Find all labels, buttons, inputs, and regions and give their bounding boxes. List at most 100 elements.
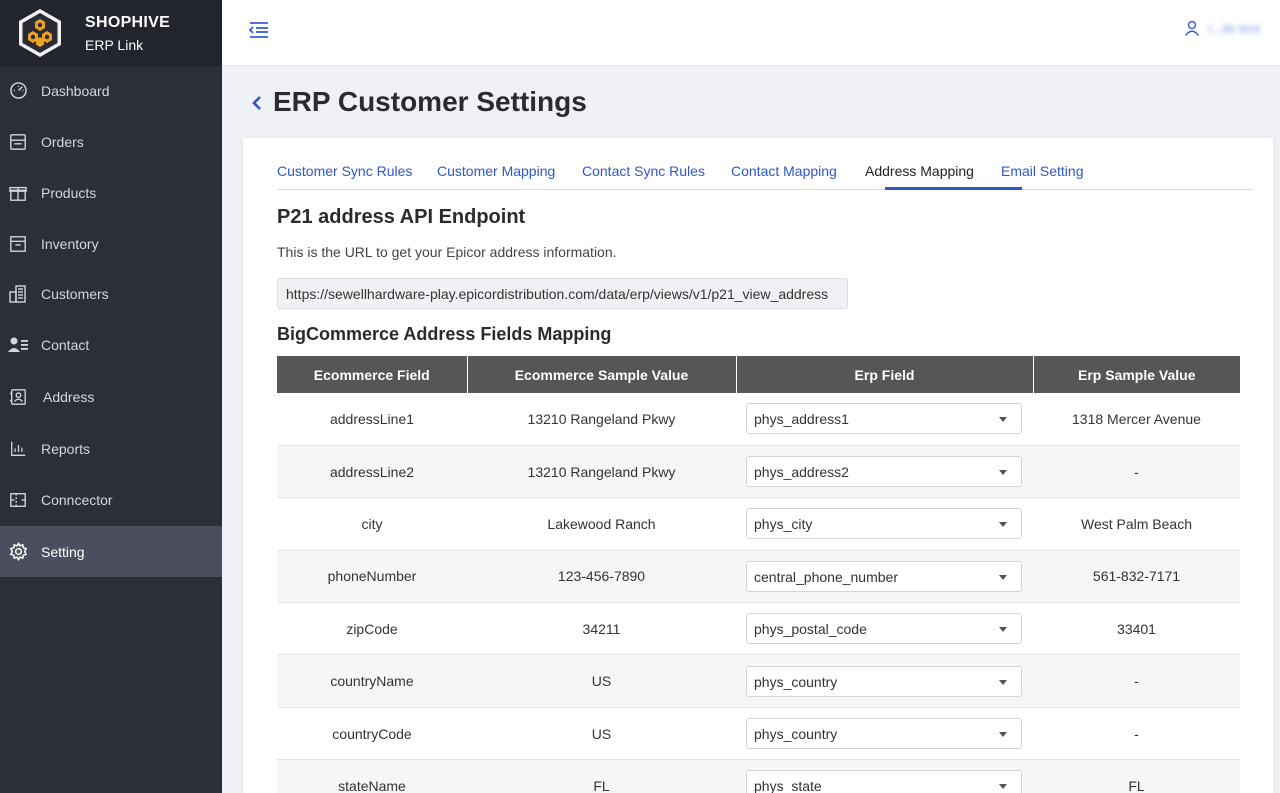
erp-field-value: phys_postal_code — [754, 621, 867, 638]
column-header: Erp Field — [736, 356, 1034, 393]
back-icon[interactable] — [250, 93, 264, 113]
caret-down-icon — [999, 679, 1007, 685]
ecommerce-field: addressLine2 — [277, 445, 467, 499]
endpoint-title: P21 address API Endpoint — [277, 206, 526, 228]
reports-icon — [8, 439, 28, 459]
sidebar-item-label: Address — [43, 388, 95, 405]
ecommerce-field: phoneNumber — [277, 550, 467, 604]
sidebar-item-label: Orders — [41, 133, 84, 150]
erp-field-value: phys_address2 — [754, 464, 849, 481]
sidebar-item-orders[interactable]: Orders — [0, 116, 222, 167]
ecommerce-field: countryName — [277, 654, 467, 708]
sidebar-item-inventory[interactable]: Inventory — [0, 218, 222, 269]
caret-down-icon — [999, 732, 1007, 738]
column-header: Ecommerce Field — [277, 356, 468, 393]
ecommerce-sample-value: US — [467, 654, 736, 708]
sidebar-item-reports[interactable]: Reports — [0, 423, 222, 474]
table-header-row: Ecommerce Field Ecommerce Sample Value E… — [277, 356, 1240, 393]
address-icon — [8, 387, 28, 407]
page-title: ERP Customer Settings — [273, 86, 587, 117]
sidebar-item-setting[interactable]: Setting — [0, 526, 222, 577]
table-row: countryCode US phys_country - — [277, 707, 1240, 761]
tab-email-setting[interactable]: Email Setting — [1001, 163, 1083, 179]
user-name: r...ile test — [1207, 20, 1260, 36]
sidebar-item-products[interactable]: Products — [0, 167, 222, 218]
erp-field-value: phys_country — [754, 726, 838, 743]
sidebar-item-label: Products — [41, 184, 97, 201]
erp-sample-value: West Palm Beach — [1033, 497, 1240, 551]
sidebar-item-label: Conncector — [41, 491, 113, 508]
sidebar-item-label: Customers — [41, 285, 109, 302]
table-row: zipCode 34211 phys_postal_code 33401 — [277, 602, 1240, 656]
tab-customer-mapping[interactable]: Customer Mapping — [437, 163, 555, 179]
tab-contact-sync-rules[interactable]: Contact Sync Rules — [582, 163, 705, 179]
settings-card: Customer Sync Rules Customer Mapping Con… — [243, 138, 1273, 793]
sidebar-item-label: Reports — [41, 440, 91, 457]
table-row: addressLine2 13210 Rangeland Pkwy phys_a… — [277, 445, 1240, 499]
erp-sample-value: - — [1033, 654, 1240, 708]
brand[interactable]: SHOPHIVE ERP Link — [0, 0, 222, 66]
ecommerce-field: city — [277, 497, 467, 551]
connector-icon — [8, 490, 28, 510]
ecommerce-sample-value: 34211 — [467, 602, 736, 656]
table-row: stateName FL phys_state FL — [277, 759, 1240, 793]
ecommerce-sample-value: 13210 Rangeland Pkwy — [467, 393, 736, 446]
endpoint-description: This is the URL to get your Epicor addre… — [277, 244, 617, 260]
user-menu[interactable]: r...ile test — [1184, 20, 1260, 36]
caret-down-icon — [999, 784, 1007, 790]
erp-field-select[interactable]: phys_country — [746, 665, 1022, 697]
ecommerce-field: stateName — [277, 759, 467, 793]
sidebar-item-address[interactable]: Address — [0, 371, 222, 422]
sidebar-item-connector[interactable]: Conncector — [0, 474, 222, 525]
column-header: Ecommerce Sample Value — [467, 356, 737, 393]
orders-icon — [8, 132, 28, 152]
erp-sample-value: 561-832-7171 — [1033, 550, 1240, 604]
caret-down-icon — [999, 417, 1007, 423]
tab-bar: Customer Sync Rules Customer Mapping Con… — [277, 158, 1253, 190]
sidebar: SHOPHIVE ERP Link Dashboard Orders Produ… — [0, 0, 222, 793]
erp-sample-value: 33401 — [1033, 602, 1240, 656]
sidebar-item-label: Inventory — [41, 235, 99, 252]
brand-subtitle: ERP Link — [85, 36, 144, 53]
active-tab-indicator — [885, 187, 1022, 190]
sidebar-item-label: Contact — [41, 336, 90, 353]
ecommerce-sample-value: 13210 Rangeland Pkwy — [467, 445, 736, 499]
tab-address-mapping[interactable]: Address Mapping — [865, 163, 974, 179]
inventory-icon — [8, 234, 28, 254]
ecommerce-sample-value: Lakewood Ranch — [467, 497, 736, 551]
erp-field-value: phys_country — [754, 673, 838, 690]
sidebar-item-label: Dashboard — [41, 82, 110, 99]
dashboard-icon — [8, 81, 28, 101]
sidebar-item-contact[interactable]: Contact — [0, 319, 222, 370]
erp-field-value: phys_city — [754, 516, 813, 533]
erp-field-select[interactable]: phys_postal_code — [746, 613, 1022, 645]
endpoint-url-field[interactable]: https://sewellhardware-play.epicordistri… — [277, 278, 848, 309]
ecommerce-sample-value: 123-456-7890 — [467, 550, 736, 604]
user-icon — [1184, 20, 1200, 36]
tab-contact-mapping[interactable]: Contact Mapping — [731, 163, 837, 179]
erp-field-select[interactable]: phys_city — [746, 508, 1022, 540]
brand-name: SHOPHIVE — [85, 13, 171, 31]
erp-field-value: central_phone_number — [754, 568, 898, 585]
shophive-logo-icon — [19, 9, 61, 57]
sidebar-item-customers[interactable]: Customers — [0, 268, 222, 319]
customers-icon — [8, 284, 28, 304]
erp-field-value: phys_state — [754, 778, 822, 793]
ecommerce-field: zipCode — [277, 602, 467, 656]
menu-collapse-icon[interactable] — [248, 20, 270, 40]
caret-down-icon — [999, 470, 1007, 476]
contact-icon — [8, 335, 28, 355]
erp-sample-value: FL — [1033, 759, 1240, 793]
erp-field-select[interactable]: central_phone_number — [746, 560, 1022, 592]
ecommerce-sample-value: FL — [467, 759, 736, 793]
erp-field-select[interactable]: phys_address2 — [746, 456, 1022, 488]
ecommerce-field: addressLine1 — [277, 393, 467, 446]
erp-field-select[interactable]: phys_country — [746, 718, 1022, 750]
erp-sample-value: - — [1033, 707, 1240, 761]
sidebar-item-dashboard[interactable]: Dashboard — [0, 65, 222, 116]
erp-field-select[interactable]: phys_state — [746, 770, 1022, 793]
caret-down-icon — [999, 522, 1007, 528]
erp-field-select[interactable]: phys_address1 — [746, 403, 1022, 435]
erp-field-value: phys_address1 — [754, 411, 849, 428]
tab-customer-sync-rules[interactable]: Customer Sync Rules — [277, 163, 412, 179]
